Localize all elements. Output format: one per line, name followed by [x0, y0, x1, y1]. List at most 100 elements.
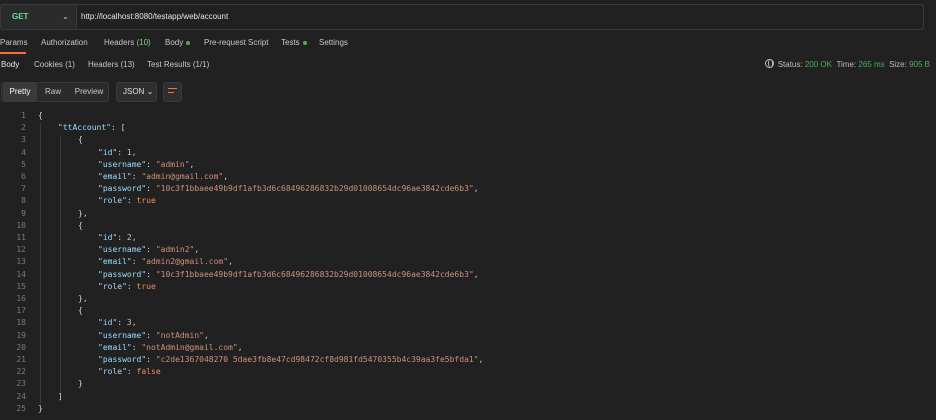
line-number: 12 [16, 245, 26, 255]
code-token: "notAdmin" [155, 330, 204, 340]
status-value[interactable]: 200 OK [805, 60, 832, 69]
code-token: "10c3f1bbaee49b9df1afb3d6c68496286832b29… [155, 184, 474, 194]
time-value[interactable]: 265 ms [858, 60, 884, 69]
tab-label: Body [1, 60, 20, 69]
tab-label: Cookies [34, 60, 63, 69]
code-token: ] [58, 391, 63, 401]
response-tab-cookies[interactable]: Cookies (1) [34, 60, 75, 69]
code-text: } [78, 379, 83, 388]
code-token: : [146, 245, 156, 255]
code-text: "email": "admin@gmail.com", [98, 172, 228, 181]
code-token: "id" [98, 147, 118, 157]
tab-headers[interactable]: Headers (10) [104, 38, 151, 47]
code-text: "role": true [98, 196, 156, 205]
globe-icon[interactable] [764, 59, 774, 69]
code-line: 21 "password": "c2de1367048270 5dae3fb8e4… [0, 355, 936, 367]
code-line: 7 "password": "10c3f1bbaee49b9df1afb3d6c6… [0, 184, 936, 196]
code-text: }, [78, 209, 88, 218]
line-number: 17 [16, 306, 26, 316]
response-tab-test-results[interactable]: Test Results (1/1) [147, 60, 209, 69]
code-text: { [78, 306, 83, 315]
response-tab-body[interactable]: Body [1, 60, 19, 69]
code-token: "email" [98, 172, 132, 181]
tab-label: Headers [104, 38, 135, 47]
code-token: "admin2" [155, 245, 195, 255]
line-number: 16 [16, 294, 26, 303]
line-number: 15 [16, 281, 26, 291]
code-line: 25} [0, 404, 936, 416]
code-line: 8 "role": true [0, 196, 936, 208]
code-text: "id": 1, [98, 148, 137, 157]
code-line: 13 "email": "admin2@gmail.com", [0, 257, 936, 269]
status-label: Status: [777, 60, 803, 69]
wrap-lines-button[interactable] [163, 82, 182, 102]
tab-authorization[interactable]: Authorization [41, 38, 88, 47]
code-text: }, [78, 294, 88, 303]
line-number: 24 [16, 391, 26, 401]
code-token: "admin" [155, 159, 190, 169]
code-line: 10 { [0, 221, 936, 233]
response-body-code[interactable]: 1{2 "ttAccount": [3{4 "id": 1, 5 "username":… [0, 111, 936, 420]
format-select[interactable]: JSON ⌄ [116, 82, 157, 102]
tab-params[interactable]: Params [0, 38, 28, 47]
tab-tests[interactable]: Tests [281, 38, 307, 47]
preview-button[interactable]: Preview [69, 83, 109, 101]
code-token: , [131, 147, 137, 157]
code-token: "id" [98, 233, 118, 242]
line-number: 10 [16, 220, 26, 230]
code-token: "password" [98, 269, 147, 279]
code-token: false [136, 367, 161, 377]
code-token: "c2de1367048270 5dae3fb8e47cd98472cf8d98… [155, 355, 479, 364]
code-text: "username": "admin2", [98, 245, 199, 254]
code-text: "id": 3, [98, 318, 137, 327]
code-token: : [117, 318, 127, 328]
url-input[interactable]: http://localhost:8080/testapp/web/accoun… [76, 4, 924, 30]
code-token: "role" [98, 281, 127, 291]
method-select[interactable]: GET ⌄ [0, 4, 76, 30]
code-text: "username": "admin", [98, 160, 194, 169]
code-line: 24] [0, 392, 936, 404]
line-number: 2 [21, 123, 26, 133]
code-token: "ttAccount" [58, 123, 111, 133]
code-token: "password" [98, 184, 147, 194]
view-mode-group: Pretty Raw Preview [1, 82, 109, 102]
code-token: : [146, 355, 156, 364]
tab-pre-request-script[interactable]: Pre-request Script [204, 38, 268, 47]
code-text: "password": "10c3f1bbaee49b9df1afb3d6c68… [98, 270, 479, 279]
request-tabs: Params Authorization Headers (10) Body P… [0, 38, 936, 52]
line-number: 9 [21, 208, 26, 218]
code-token: } [78, 379, 83, 389]
pretty-button[interactable]: Pretty [3, 83, 37, 101]
modified-dot-icon [186, 40, 191, 45]
tab-label: Pre-request Script [204, 38, 269, 47]
size-label: Size: [889, 60, 907, 69]
tab-label: Settings [319, 38, 348, 47]
code-token: , [473, 184, 479, 194]
tab-label: Params [0, 38, 28, 47]
code-line: 6 "email": "admin@gmail.com", [0, 172, 936, 184]
code-line: 18 "id": 3, [0, 318, 936, 330]
code-text: "ttAccount": [ [58, 123, 125, 132]
tab-settings[interactable]: Settings [319, 38, 348, 47]
code-line: 23} [0, 379, 936, 391]
code-token: : [146, 269, 156, 279]
tab-body[interactable]: Body [165, 38, 191, 47]
code-token: { [78, 135, 83, 145]
time-label: Time: [836, 60, 857, 69]
code-line: 2 "ttAccount": [ [0, 123, 936, 135]
size-value[interactable]: 905 B [909, 60, 930, 69]
code-line: 4 "id": 1, [0, 148, 936, 160]
tab-count: (1/1) [192, 60, 210, 69]
line-number: 18 [16, 318, 26, 328]
response-tab-headers[interactable]: Headers (13) [88, 60, 135, 69]
tab-label: Test Results [147, 60, 191, 69]
active-tab-indicator [0, 52, 26, 54]
line-number: 23 [16, 379, 26, 389]
tab-label: Body [165, 38, 184, 47]
code-token: : [146, 330, 156, 340]
code-line: 15 "role": true [0, 282, 936, 294]
line-number: 25 [16, 403, 26, 413]
tab-label: Authorization [41, 38, 88, 47]
code-token: "id" [98, 318, 118, 328]
raw-button[interactable]: Raw [38, 83, 68, 101]
